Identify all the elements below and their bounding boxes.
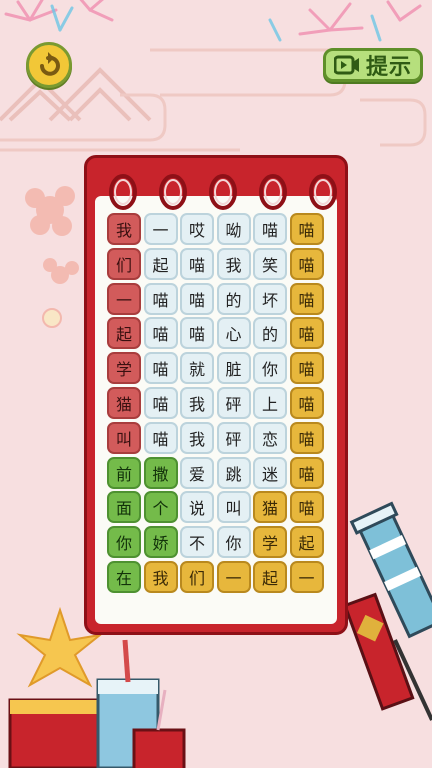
grid-cell[interactable]: 我 bbox=[180, 387, 214, 419]
grid-cell[interactable]: 喵 bbox=[289, 491, 324, 524]
grid-cell[interactable]: 喵 bbox=[289, 421, 324, 454]
grid-cell[interactable]: 砰 bbox=[216, 387, 251, 419]
grid-cell[interactable]: 恋 bbox=[253, 421, 287, 454]
grid-cell[interactable]: 你 bbox=[253, 352, 287, 385]
grid-cell[interactable]: 的 bbox=[253, 317, 287, 350]
grid-cell[interactable]: 在 bbox=[107, 561, 141, 593]
grid-cell[interactable]: 一 bbox=[216, 561, 251, 593]
grid-cell[interactable]: 爱 bbox=[180, 456, 214, 489]
grid-cell[interactable]: 娇 bbox=[143, 526, 178, 559]
grid-cell[interactable]: 我 bbox=[143, 561, 178, 593]
back-arrow-icon bbox=[40, 52, 60, 76]
grid-cell[interactable]: 呦 bbox=[216, 213, 251, 245]
grid-cell[interactable]: 我 bbox=[180, 421, 214, 454]
grid-cell[interactable]: 喵 bbox=[289, 352, 324, 385]
grid-cell[interactable]: 上 bbox=[253, 387, 287, 419]
grid-cell[interactable]: 不 bbox=[180, 526, 214, 559]
grid-cell[interactable]: 说 bbox=[180, 491, 214, 524]
grid-cell[interactable]: 一 bbox=[107, 282, 141, 315]
grid-cell[interactable]: 你 bbox=[107, 526, 141, 559]
grid-cell[interactable]: 前 bbox=[107, 456, 141, 489]
hint-button[interactable]: 提示 bbox=[323, 48, 423, 82]
grid-cell[interactable]: 一 bbox=[289, 561, 324, 593]
grid-cell[interactable]: 起 bbox=[289, 526, 324, 559]
grid-cell[interactable]: 喵 bbox=[143, 387, 178, 419]
grid-cell[interactable]: 起 bbox=[253, 561, 287, 593]
grid-cell[interactable]: 猫 bbox=[253, 491, 287, 524]
grid-cell[interactable]: 学 bbox=[107, 352, 141, 385]
grid-cell[interactable]: 你 bbox=[216, 526, 251, 559]
grid-cell[interactable]: 心 bbox=[216, 317, 251, 350]
hint-label: 提示 bbox=[365, 55, 412, 80]
grid-cell[interactable]: 喵 bbox=[289, 282, 324, 315]
grid-cell[interactable]: 一 bbox=[143, 213, 178, 245]
grid-cell[interactable]: 喵 bbox=[143, 421, 178, 454]
grid-cell[interactable]: 喵 bbox=[143, 352, 178, 385]
grid-cell[interactable]: 喵 bbox=[289, 213, 324, 245]
grid-cell[interactable]: 喵 bbox=[289, 456, 324, 489]
grid-cell[interactable]: 迷 bbox=[253, 456, 287, 489]
grid-cell[interactable]: 我 bbox=[216, 247, 251, 280]
grid-cell[interactable]: 学 bbox=[253, 526, 287, 559]
grid-cell[interactable]: 砰 bbox=[216, 421, 251, 454]
grid-cell[interactable]: 哎 bbox=[180, 213, 214, 245]
grid-cell[interactable]: 笑 bbox=[253, 247, 287, 280]
grid-cell[interactable]: 就 bbox=[180, 352, 214, 385]
grid-cell[interactable]: 坏 bbox=[253, 282, 287, 315]
grid-cell[interactable]: 面 bbox=[107, 491, 141, 524]
grid-cell[interactable]: 起 bbox=[143, 247, 178, 280]
grid-cell[interactable]: 喵 bbox=[180, 247, 214, 280]
grid-cell[interactable]: 起 bbox=[107, 317, 141, 350]
grid-cell[interactable]: 们 bbox=[107, 247, 141, 280]
back-button[interactable] bbox=[26, 42, 72, 88]
grid-cell[interactable]: 喵 bbox=[253, 213, 287, 245]
grid-cell[interactable]: 喵 bbox=[289, 317, 324, 350]
grid-cell[interactable]: 喵 bbox=[289, 387, 324, 419]
video-icon bbox=[333, 55, 359, 75]
grid-cell[interactable]: 们 bbox=[180, 561, 214, 593]
grid-cell[interactable]: 喵 bbox=[180, 317, 214, 350]
grid-cell[interactable]: 喵 bbox=[180, 282, 214, 315]
grid-cell[interactable]: 喵 bbox=[143, 317, 178, 350]
grid-cell[interactable]: 叫 bbox=[107, 421, 141, 454]
grid-cell[interactable]: 猫 bbox=[107, 387, 141, 419]
grid-cell[interactable]: 脏 bbox=[216, 352, 251, 385]
grid-cell[interactable]: 喵 bbox=[289, 247, 324, 280]
grid-cell[interactable]: 的 bbox=[216, 282, 251, 315]
grid-cell[interactable]: 撒 bbox=[143, 456, 178, 489]
grid-cell[interactable]: 喵 bbox=[143, 282, 178, 315]
grid-cell[interactable]: 我 bbox=[107, 213, 141, 245]
grid-cell[interactable]: 叫 bbox=[216, 491, 251, 524]
grid-cell[interactable]: 跳 bbox=[216, 456, 251, 489]
grid-cell[interactable]: 个 bbox=[143, 491, 178, 524]
